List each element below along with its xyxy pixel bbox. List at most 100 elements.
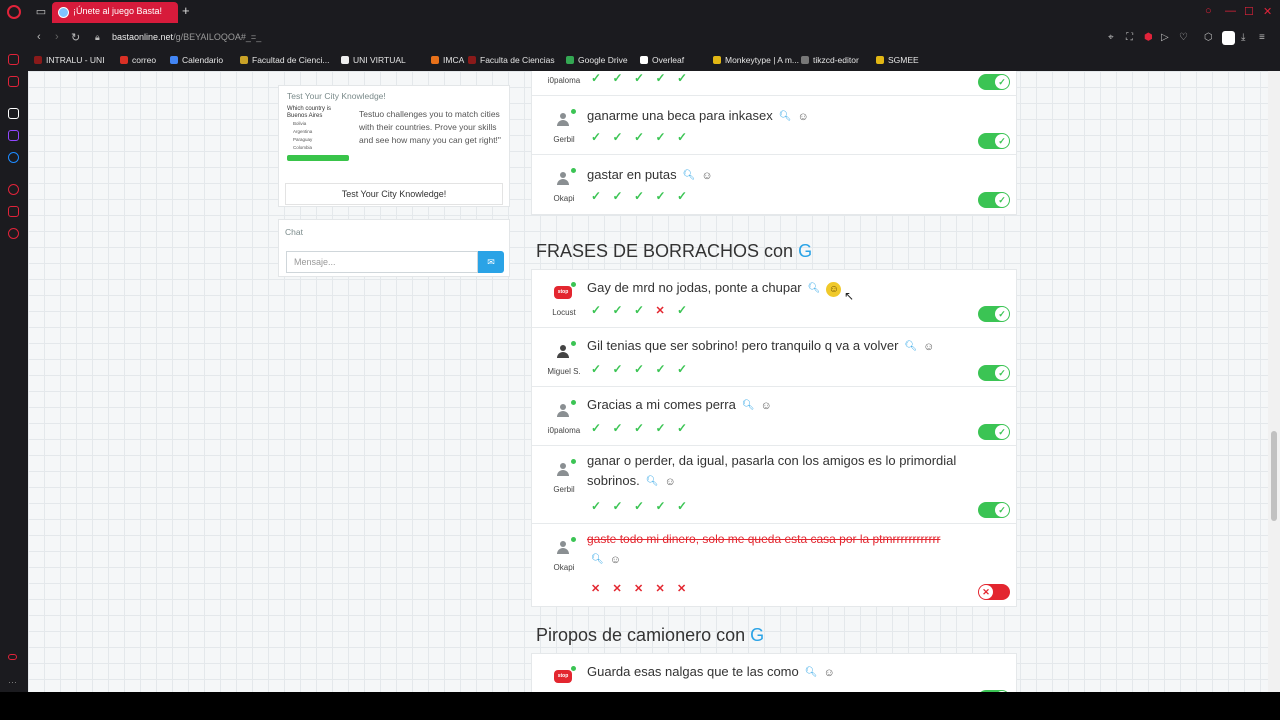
player-avatar: stop (552, 282, 576, 303)
sidebar-twitch-icon[interactable] (8, 130, 19, 141)
title-bar: ▭ ¡Únete al juego Basta! + ○ — ☐ ✕ (0, 0, 1280, 25)
check-icon: ✓ (655, 130, 666, 144)
sidebar-history-icon[interactable] (8, 184, 19, 195)
bookmark-item[interactable]: Monkeytype | A m... (713, 55, 799, 65)
chat-input[interactable]: Mensaje... (286, 251, 478, 273)
check-icon: ✓ (634, 499, 645, 513)
new-tab-icon[interactable]: + (182, 4, 190, 18)
search-icon[interactable]: 🔍︎ (779, 107, 792, 127)
answer-phrase: Guarda esas nalgas que te las como 🔍︎ ☺ (587, 662, 1002, 683)
bookmark-item[interactable]: Calendario (170, 55, 223, 65)
bookmark-item[interactable]: Overleaf (640, 55, 684, 65)
sidebar-app-icon[interactable] (8, 76, 19, 87)
sidebar-settings-icon[interactable] (8, 228, 19, 239)
sidebar-messenger-icon[interactable] (8, 152, 19, 163)
search-icon[interactable]: 🔍︎ (808, 279, 821, 299)
sidebar-more-icon[interactable]: ··· (8, 677, 19, 688)
ad-cta-button[interactable]: Test Your City Knowledge! (285, 183, 503, 205)
check-icon: ✓ (591, 130, 602, 144)
menu-icon[interactable]: ≡ (1259, 32, 1265, 43)
bookmark-item[interactable]: IMCA (431, 55, 464, 65)
pin-icon[interactable]: ⌖ (1108, 32, 1114, 43)
maximize-icon[interactable]: ☐ (1244, 5, 1254, 18)
bookmark-item[interactable]: Google Drive (566, 55, 628, 65)
bookmark-item[interactable]: correo (120, 55, 156, 65)
snapshot-icon[interactable]: ⛶ (1126, 32, 1133, 43)
validity-toggle[interactable]: ✓ (978, 192, 1010, 208)
cross-icon: ✕ (612, 583, 622, 595)
validity-toggle[interactable]: ✓ (978, 74, 1010, 90)
smiley-icon[interactable]: ☺ (664, 472, 675, 492)
person-icon-body (557, 179, 569, 185)
smiley-icon[interactable]: ☺ (823, 663, 834, 683)
message-icon: ✉ (487, 257, 495, 267)
validity-toggle[interactable]: ✓ (978, 502, 1010, 518)
sidebar-gx-icon[interactable] (8, 654, 17, 660)
bookmark-label: Monkeytype | A m... (725, 55, 800, 65)
url-field[interactable]: bastaonline.net/g/BEYAILOQOA#_=_ (112, 32, 261, 42)
tab-list-icon[interactable]: ▭ (35, 6, 47, 18)
online-dot-icon (571, 459, 576, 464)
answers-card: i0paloma ✓ ✓ ✓ ✓ ✓ ✓ Gerbil ganarme una beca par… (531, 71, 1017, 215)
person-icon (557, 172, 569, 186)
play-icon[interactable]: ▷ (1161, 32, 1169, 43)
ad-option: Colombia (293, 145, 313, 150)
opera-logo-icon[interactable] (7, 5, 21, 19)
scrollbar-thumb[interactable] (1271, 431, 1277, 521)
bookmark-item[interactable]: Facultad de Cienci... (240, 55, 329, 65)
search-icon[interactable]: 🔍︎ (805, 663, 818, 683)
search-icon[interactable]: 🔍︎ (904, 337, 917, 357)
validity-toggle[interactable]: ✓ (978, 133, 1010, 149)
tab-basta[interactable]: ¡Únete al juego Basta! (52, 2, 178, 23)
smiley-icon[interactable]: ☺ (761, 396, 772, 416)
smiley-icon[interactable]: ☺ (701, 166, 712, 186)
extensions-icon[interactable]: ⬡ (1204, 32, 1213, 43)
smiley-icon[interactable]: ☺ (610, 550, 621, 570)
validity-toggle[interactable]: ✓ (978, 424, 1010, 440)
sidebar-app-icon[interactable] (8, 206, 19, 217)
reload-icon[interactable]: ↻ (71, 31, 80, 44)
bookmark-label: IMCA (443, 55, 465, 65)
url-path: /g/BEYAILOQOA#_=_ (173, 32, 262, 42)
heart-icon[interactable]: ♡ (1179, 32, 1188, 43)
cross-icon: ✕ (634, 583, 644, 595)
bookmark-item[interactable]: Faculta de Ciencias (468, 55, 555, 65)
search-icon[interactable]: 🔍︎ (591, 550, 604, 570)
forward-icon[interactable]: › (55, 31, 59, 43)
cross-icon: ✕ (677, 583, 687, 595)
smiley-icon[interactable]: ☺ (797, 107, 808, 127)
answer-text: Gracias a mi comes perra (587, 397, 736, 412)
search-icon[interactable]: 🔍︎ (683, 166, 696, 186)
player-name: Gerbil (553, 485, 575, 494)
bookmark-item[interactable]: tikzcd-editor (801, 55, 859, 65)
shield-icon[interactable]: ⬢ (1144, 32, 1153, 43)
bookmark-item[interactable]: SGMEE (876, 55, 919, 65)
page-scrollbar[interactable] (1268, 71, 1280, 692)
back-icon[interactable]: ‹ (37, 31, 41, 43)
person-icon (557, 113, 569, 127)
download-icon[interactable]: ⤓ (1241, 32, 1245, 43)
check-icon: ✓ (634, 189, 645, 203)
profile-icon[interactable] (1222, 31, 1235, 45)
validity-toggle[interactable]: ✓ (978, 306, 1010, 322)
lock-icon: 🔒︎ (95, 32, 100, 42)
sidebar-aria-icon[interactable] (8, 108, 19, 119)
close-icon[interactable]: ✕ (1263, 5, 1272, 18)
search-icon[interactable]: ○ (1205, 5, 1212, 17)
validity-toggle[interactable]: ✕ (978, 584, 1010, 600)
check-icon: ✓ (634, 362, 645, 376)
validity-toggle[interactable]: ✓ (978, 365, 1010, 381)
minimize-icon[interactable]: — (1225, 5, 1236, 17)
sidebar-app-icon[interactable] (8, 54, 19, 65)
chat-send-button[interactable]: ✉ (478, 251, 504, 273)
bookmark-item[interactable]: UNI VIRTUAL (341, 55, 406, 65)
bookmark-item[interactable]: INTRALU - UNI (34, 55, 105, 65)
smiley-icon[interactable]: ☺ (826, 282, 842, 297)
check-icon: ✓ (634, 303, 645, 317)
tab-title: ¡Únete al juego Basta! (73, 6, 163, 16)
search-icon[interactable]: 🔍︎ (646, 472, 659, 492)
check-icon: ✓ (995, 193, 1009, 207)
search-icon[interactable]: 🔍︎ (742, 396, 755, 416)
ad-thumbnail[interactable]: Which country is Buenos Aires Bolivia Arg… (287, 106, 349, 172)
smiley-icon[interactable]: ☺ (923, 337, 934, 357)
